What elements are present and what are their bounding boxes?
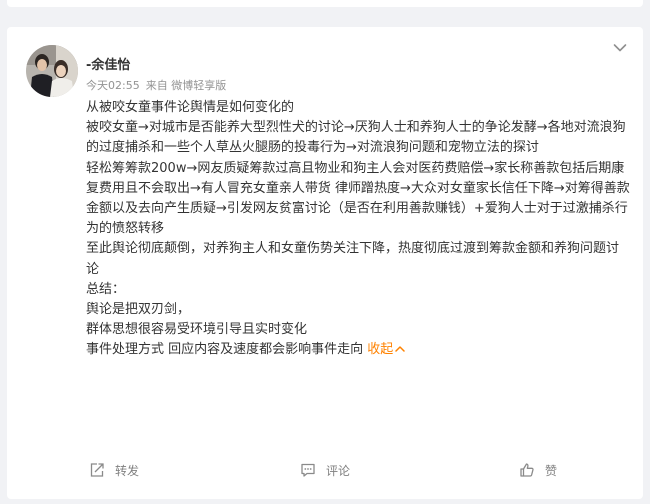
post-paragraph: 至此舆论彻底颠倒，对养狗主人和女童伤势关注下降，热度彻底过渡到筹款金额和养狗问题… — [86, 241, 620, 277]
post-paragraph: 轻松筹筹款200w→网友质疑筹款过高且物业和狗主人会对医药费赔偿→家长称善款包括… — [86, 160, 630, 237]
avatar[interactable] — [26, 45, 78, 97]
weibo-post-card: -余佳怡 今天02:55 来自 微博轻享版 从被咬女童事件论舆情是如何变化的 被咬… — [7, 27, 643, 499]
comment-icon — [301, 463, 315, 477]
previous-post-card — [7, 0, 643, 7]
post-paragraph: 事件处理方式 回应内容及速度都会影响事件走向 — [86, 342, 364, 358]
post-time[interactable]: 今天02:55 — [86, 79, 140, 92]
post-content: 从被咬女童事件论舆情是如何变化的 被咬女童→对城市是否能养大型烈性犬的讨论→厌狗… — [86, 98, 631, 361]
post-paragraph: 总结： — [86, 281, 126, 297]
post-paragraph: 被咬女童→对城市是否能养大型烈性犬的讨论→厌狗人士和养狗人士的争论发酵→各地对流… — [86, 120, 626, 156]
comment-label: 评论 — [326, 463, 351, 478]
author-name[interactable]: -余佳怡 — [86, 58, 130, 74]
thumbs-up-icon — [520, 463, 534, 477]
post-meta: 今天02:55 来自 微博轻享版 — [86, 79, 232, 93]
repost-button[interactable]: 转发 — [89, 459, 139, 481]
post-paragraph: 舆论是把双刃剑， — [86, 302, 191, 318]
repost-icon — [90, 463, 104, 477]
collapse-label: 收起 — [367, 342, 394, 358]
post-paragraph: 群体思想很容易受环境引导且实时变化 — [86, 322, 308, 338]
post-source: 来自 微博轻享版 — [145, 79, 227, 92]
post-last-line: 事件处理方式 回应内容及速度都会影响事件走向 收起 — [86, 340, 631, 360]
comment-button[interactable]: 评论 — [300, 459, 350, 481]
post-actions-bar: 转发 评论 赞 — [7, 457, 643, 483]
like-button[interactable]: 赞 — [519, 459, 557, 481]
like-label: 赞 — [545, 463, 558, 478]
chevron-down-icon[interactable] — [613, 43, 627, 53]
post-paragraph: 从被咬女童事件论舆情是如何变化的 — [86, 100, 295, 115]
chevron-up-icon — [395, 346, 406, 353]
repost-label: 转发 — [115, 463, 140, 478]
collapse-link[interactable]: 收起 — [367, 342, 406, 358]
